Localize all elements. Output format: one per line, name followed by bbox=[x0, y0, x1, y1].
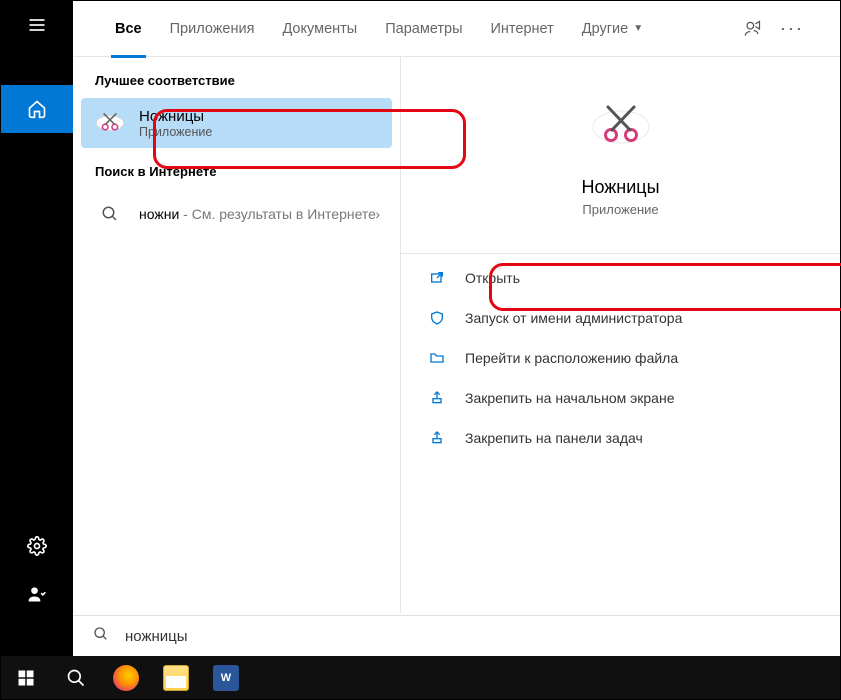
web-suffix: - См. результаты в Интернете bbox=[179, 206, 376, 222]
result-snipping-tool[interactable]: Ножницы Приложение bbox=[81, 98, 392, 148]
taskbar: W bbox=[1, 656, 840, 699]
action-label: Открыть bbox=[465, 270, 520, 286]
taskbar-search-icon[interactable] bbox=[51, 656, 101, 699]
folder-icon bbox=[427, 348, 447, 368]
pin-icon bbox=[427, 428, 447, 448]
firefox-icon bbox=[113, 665, 139, 691]
web-search-header: Поиск в Интернете bbox=[73, 156, 400, 185]
gear-icon[interactable] bbox=[1, 522, 73, 570]
pin-icon bbox=[427, 388, 447, 408]
user-icon[interactable] bbox=[1, 570, 73, 618]
hero: Ножницы Приложение bbox=[401, 57, 840, 241]
open-icon bbox=[427, 268, 447, 288]
hamburger-icon[interactable] bbox=[1, 1, 73, 49]
hero-subtitle: Приложение bbox=[582, 202, 658, 217]
tab-other[interactable]: Другие▼ bbox=[568, 1, 657, 57]
search-input[interactable] bbox=[125, 628, 840, 645]
actions-list: Открыть Запуск от имени администратора bbox=[401, 254, 840, 462]
action-run-admin[interactable]: Запуск от имени администратора bbox=[407, 298, 834, 338]
action-label: Запуск от имени администратора bbox=[465, 310, 682, 326]
tab-documents[interactable]: Документы bbox=[268, 1, 371, 57]
search-panel: Все Приложения Документы Параметры Интер… bbox=[73, 1, 840, 613]
action-pin-taskbar[interactable]: Закрепить на панели задач bbox=[407, 418, 834, 458]
taskbar-explorer[interactable] bbox=[151, 656, 201, 699]
details-pane: Ножницы Приложение Открыть bbox=[401, 57, 840, 613]
start-button[interactable] bbox=[1, 656, 51, 699]
home-icon[interactable] bbox=[1, 85, 73, 133]
taskbar-firefox[interactable] bbox=[101, 656, 151, 699]
result-web-search[interactable]: ножни - См. результаты в Интернете › bbox=[81, 189, 392, 239]
word-icon: W bbox=[213, 665, 239, 691]
result-title: Ножницы bbox=[139, 108, 212, 125]
web-query: ножни bbox=[139, 206, 179, 222]
search-icon bbox=[93, 626, 109, 647]
action-label: Перейти к расположению файла bbox=[465, 350, 678, 366]
shield-icon bbox=[427, 308, 447, 328]
tab-all[interactable]: Все bbox=[101, 1, 156, 57]
chevron-down-icon: ▼ bbox=[633, 23, 643, 34]
action-open-location[interactable]: Перейти к расположению файла bbox=[407, 338, 834, 378]
start-rail bbox=[1, 1, 73, 658]
chevron-right-icon: › bbox=[375, 206, 380, 222]
tab-internet[interactable]: Интернет bbox=[477, 1, 568, 57]
scissors-icon bbox=[93, 106, 127, 140]
action-label: Закрепить на начальном экране bbox=[465, 390, 675, 406]
search-box[interactable] bbox=[73, 615, 840, 656]
search-tabs: Все Приложения Документы Параметры Интер… bbox=[73, 1, 840, 57]
tab-parameters[interactable]: Параметры bbox=[371, 1, 476, 57]
hero-title: Ножницы bbox=[581, 177, 659, 198]
results-left-column: Лучшее соответствие Ножницы Приложение П… bbox=[73, 57, 401, 613]
action-open[interactable]: Открыть bbox=[407, 258, 834, 298]
search-icon bbox=[93, 197, 127, 231]
feedback-icon[interactable] bbox=[732, 9, 772, 49]
scissors-icon bbox=[589, 95, 653, 159]
more-icon[interactable]: ··· bbox=[772, 9, 812, 49]
best-match-header: Лучшее соответствие bbox=[73, 65, 400, 94]
action-pin-start[interactable]: Закрепить на начальном экране bbox=[407, 378, 834, 418]
action-label: Закрепить на панели задач bbox=[465, 430, 643, 446]
folder-icon bbox=[163, 665, 189, 691]
tab-apps[interactable]: Приложения bbox=[156, 1, 269, 57]
taskbar-word[interactable]: W bbox=[201, 656, 251, 699]
result-subtitle: Приложение bbox=[139, 125, 212, 139]
